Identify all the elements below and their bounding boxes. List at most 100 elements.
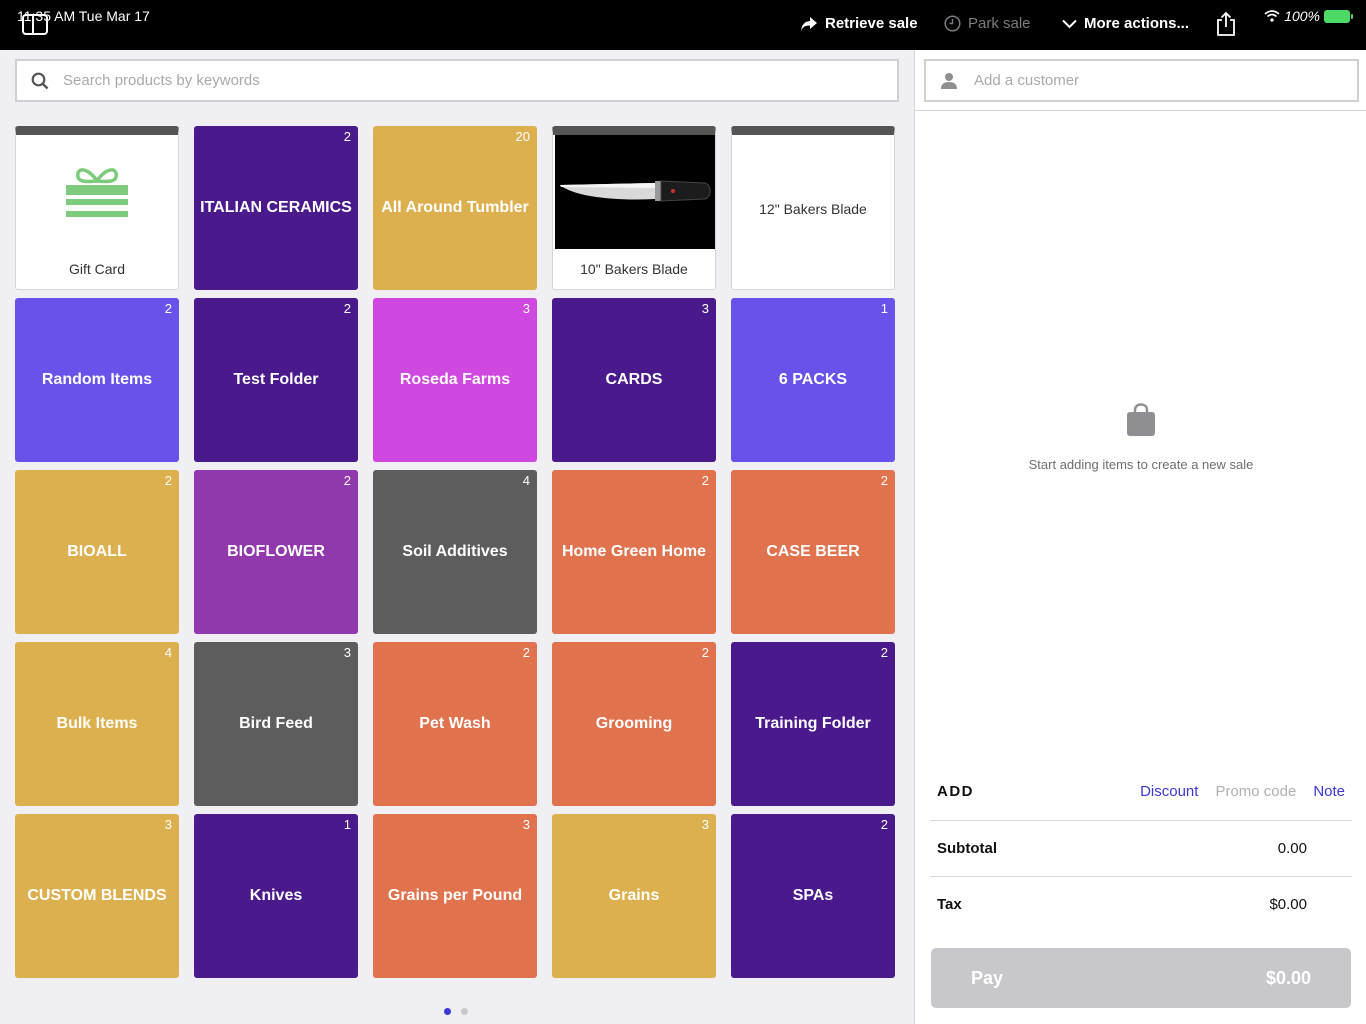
- tile-label: Pet Wash: [419, 715, 491, 732]
- tile-label: Home Green Home: [561, 543, 707, 560]
- tile-item-count: 4: [522, 473, 530, 488]
- tile-label: Soil Additives: [402, 543, 508, 560]
- tile-item-count: 3: [164, 817, 172, 832]
- tile-knives[interactable]: Knives 1: [194, 814, 358, 978]
- wifi-icon: [1264, 10, 1280, 22]
- tile-item-count: 2: [343, 301, 351, 316]
- tile-item-count: 4: [164, 645, 172, 660]
- tile-label: 12" Bakers Blade: [759, 201, 867, 217]
- tile-random-items[interactable]: Random Items 2: [15, 298, 179, 462]
- clock-icon: [944, 15, 961, 32]
- pay-label: Pay: [971, 967, 1004, 988]
- customer-input[interactable]: [974, 72, 1334, 89]
- tile-label: BIOALL: [67, 543, 127, 560]
- tile-soil-additives[interactable]: Soil Additives 4: [373, 470, 537, 634]
- tile-item-count: 2: [880, 817, 888, 832]
- promo-code-link[interactable]: Promo code: [1215, 783, 1296, 800]
- tile-bioall[interactable]: BIOALL 2: [15, 470, 179, 634]
- tax-row: Tax $0.00: [937, 896, 1307, 913]
- tile-item-count: 2: [343, 473, 351, 488]
- pay-amount: $0.00: [1265, 967, 1311, 988]
- tile-grains-per-pound[interactable]: Grains per Pound 3: [373, 814, 537, 978]
- tile-roseda-farms[interactable]: Roseda Farms 3: [373, 298, 537, 462]
- tile-label: BIOFLOWER: [227, 543, 325, 560]
- tile-bird-feed[interactable]: Bird Feed 3: [194, 642, 358, 806]
- page-indicator[interactable]: [444, 1008, 468, 1015]
- tile-label: 10" Bakers Blade: [580, 261, 688, 277]
- tile-label: CARDS: [605, 371, 663, 388]
- divider: [930, 876, 1352, 877]
- more-actions-button[interactable]: More actions...: [1062, 15, 1189, 32]
- search-bar[interactable]: [15, 59, 899, 102]
- share-icon[interactable]: [1215, 11, 1237, 42]
- tile-item-count: 2: [701, 645, 709, 660]
- tile-grains[interactable]: Grains 3: [552, 814, 716, 978]
- tile-all-around-tumbler[interactable]: All Around Tumbler 20: [373, 126, 537, 290]
- customer-bar[interactable]: [924, 59, 1359, 102]
- tile-10-bakers-blade[interactable]: 10" Bakers Blade: [552, 126, 716, 290]
- status-time: 11:35 AM Tue Mar 17: [17, 8, 150, 24]
- tile-bulk-items[interactable]: Bulk Items 4: [15, 642, 179, 806]
- tile-bioflower[interactable]: BIOFLOWER 2: [194, 470, 358, 634]
- tile-item-count: 2: [880, 473, 888, 488]
- retrieve-sale-button[interactable]: Retrieve sale: [800, 15, 918, 32]
- tile-spas[interactable]: SPAs 2: [731, 814, 895, 978]
- tile-label: Grains per Pound: [387, 887, 523, 904]
- search-input[interactable]: [63, 72, 843, 89]
- tile-custom-blends[interactable]: CUSTOM BLENDS 3: [15, 814, 179, 978]
- tile-test-folder[interactable]: Test Folder 2: [194, 298, 358, 462]
- chevron-down-icon: [1062, 19, 1077, 28]
- page-dot[interactable]: [461, 1008, 468, 1015]
- share-arrow-icon: [801, 16, 817, 31]
- person-icon: [941, 72, 957, 89]
- tile-6-packs[interactable]: 6 PACKS 1: [731, 298, 895, 462]
- search-icon: [31, 72, 49, 89]
- tile-italian-ceramics[interactable]: ITALIAN CERAMICS 2: [194, 126, 358, 290]
- tile-label: Roseda Farms: [399, 371, 511, 388]
- tile-label: Grains: [608, 887, 660, 904]
- tile-label: Test Folder: [233, 371, 319, 388]
- tile-label: Knives: [249, 887, 303, 904]
- battery-percent: 100%: [1284, 8, 1320, 24]
- tile-cards[interactable]: CARDS 3: [552, 298, 716, 462]
- tile-item-count: 3: [522, 301, 530, 316]
- tile-pet-wash[interactable]: Pet Wash 2: [373, 642, 537, 806]
- park-sale-label: Park sale: [968, 15, 1031, 32]
- tile-label: Grooming: [595, 715, 673, 732]
- tile-item-count: 3: [701, 817, 709, 832]
- tile-item-count: 1: [880, 301, 888, 316]
- note-link[interactable]: Note: [1313, 783, 1345, 800]
- tile-item-count: 2: [164, 301, 172, 316]
- tile-case-beer[interactable]: CASE BEER 2: [731, 470, 895, 634]
- sale-panel: Start adding items to create a new sale …: [914, 50, 1366, 1024]
- shopping-bag-icon: [1125, 403, 1157, 442]
- tile-training-folder[interactable]: Training Folder 2: [731, 642, 895, 806]
- tile-item-count: 20: [515, 129, 530, 144]
- tile-12-bakers-blade[interactable]: 12" Bakers Blade: [731, 126, 895, 290]
- tile-item-count: 2: [343, 129, 351, 144]
- tile-item-count: 3: [522, 817, 530, 832]
- tile-label: Training Folder: [755, 715, 871, 732]
- tile-item-count: 2: [701, 473, 709, 488]
- tile-label: All Around Tumbler: [381, 199, 529, 216]
- empty-sale-message: Start adding items to create a new sale: [1028, 457, 1254, 472]
- page-dot[interactable]: [444, 1008, 451, 1015]
- divider: [930, 820, 1352, 821]
- tile-label: SPAs: [792, 887, 834, 904]
- pay-button[interactable]: Pay $0.00: [931, 948, 1351, 1008]
- tile-grooming[interactable]: Grooming 2: [552, 642, 716, 806]
- status-indicators: 100%: [1264, 8, 1353, 24]
- tile-label: Random Items: [41, 371, 153, 388]
- park-sale-button[interactable]: Park sale: [944, 15, 1031, 32]
- knife-image: [555, 135, 715, 249]
- divider: [915, 110, 1366, 111]
- tile-home-green-home[interactable]: Home Green Home 2: [552, 470, 716, 634]
- more-actions-label: More actions...: [1084, 15, 1190, 32]
- subtotal-value: 0.00: [1277, 840, 1307, 857]
- tile-item-count: 3: [343, 645, 351, 660]
- tile-label: 6 PACKS: [778, 371, 848, 388]
- tile-gift-card[interactable]: Gift Card: [15, 126, 179, 290]
- discount-link[interactable]: Discount: [1140, 783, 1198, 800]
- tile-label: ITALIAN CERAMICS: [200, 199, 352, 216]
- tile-item-count: 1: [343, 817, 351, 832]
